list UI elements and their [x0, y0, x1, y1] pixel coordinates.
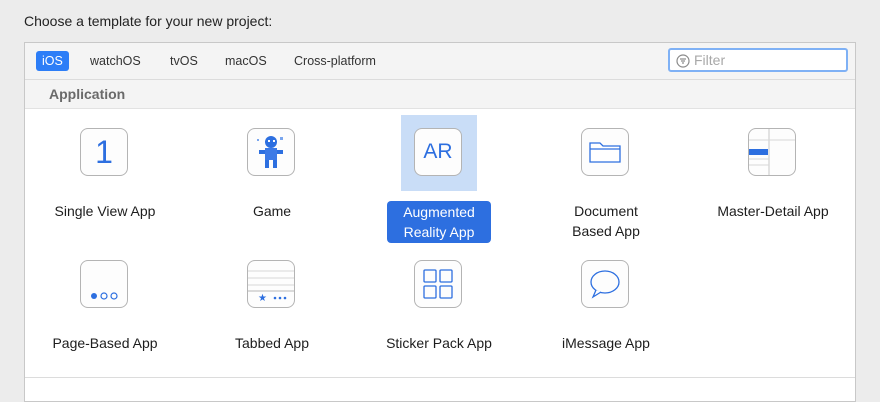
template-single-view-app[interactable]: 1 Single View App [30, 115, 180, 240]
ar-icon: AR [414, 128, 462, 176]
template-label: Document Based App [572, 203, 640, 239]
template-tabbed-app[interactable]: ★ Tabbed App [197, 247, 347, 372]
panel-divider [25, 377, 855, 378]
platform-tabbar: iOS watchOS tvOS macOS Cross-platform [25, 43, 855, 80]
speech-bubble-icon [581, 260, 629, 308]
template-document-based-app[interactable]: Document Based App [531, 115, 681, 240]
dialog-prompt: Choose a template for your new project: [24, 13, 273, 29]
sticker-grid-icon [414, 260, 462, 308]
svg-text:★: ★ [258, 293, 267, 304]
template-augmented-reality-app[interactable]: AR Augmented Reality App [364, 115, 514, 243]
tab-watchos[interactable]: watchOS [84, 51, 147, 71]
template-label: iMessage App [562, 335, 650, 351]
template-label: Game [252, 203, 292, 219]
filter-field[interactable] [668, 48, 848, 72]
template-page-based-app[interactable]: Page-Based App [30, 247, 180, 372]
template-panel: iOS watchOS tvOS macOS Cross-platform Ap… [24, 42, 856, 402]
number-one-icon: 1 [80, 128, 128, 176]
page-dots-icon [80, 260, 128, 308]
template-label: Single View App [54, 203, 156, 219]
template-label-selected: Augmented Reality App [387, 201, 491, 243]
folder-icon [581, 128, 629, 176]
template-sticker-pack-app[interactable]: Sticker Pack App [364, 247, 514, 372]
tab-cross-platform[interactable]: Cross-platform [288, 51, 382, 71]
tab-bar-icon: ★ [247, 260, 295, 308]
template-label: Master-Detail App [717, 203, 829, 219]
filter-input[interactable] [694, 52, 842, 68]
tab-macos[interactable]: macOS [219, 51, 273, 71]
section-title: Application [49, 86, 126, 102]
game-sprite-icon [247, 128, 295, 176]
template-game[interactable]: Game [197, 115, 347, 240]
selection-highlight: AR [401, 115, 477, 191]
tab-ios[interactable]: iOS [36, 51, 69, 71]
template-label: Sticker Pack App [386, 335, 492, 351]
template-label: Tabbed App [235, 335, 309, 351]
section-header: Application [25, 80, 855, 109]
master-detail-icon [748, 128, 796, 176]
template-imessage-app[interactable]: iMessage App [531, 247, 681, 372]
filter-icon [676, 54, 690, 68]
tab-tvos[interactable]: tvOS [164, 51, 204, 71]
template-master-detail-app[interactable]: Master-Detail App [698, 115, 848, 240]
template-label: Page-Based App [52, 335, 158, 351]
